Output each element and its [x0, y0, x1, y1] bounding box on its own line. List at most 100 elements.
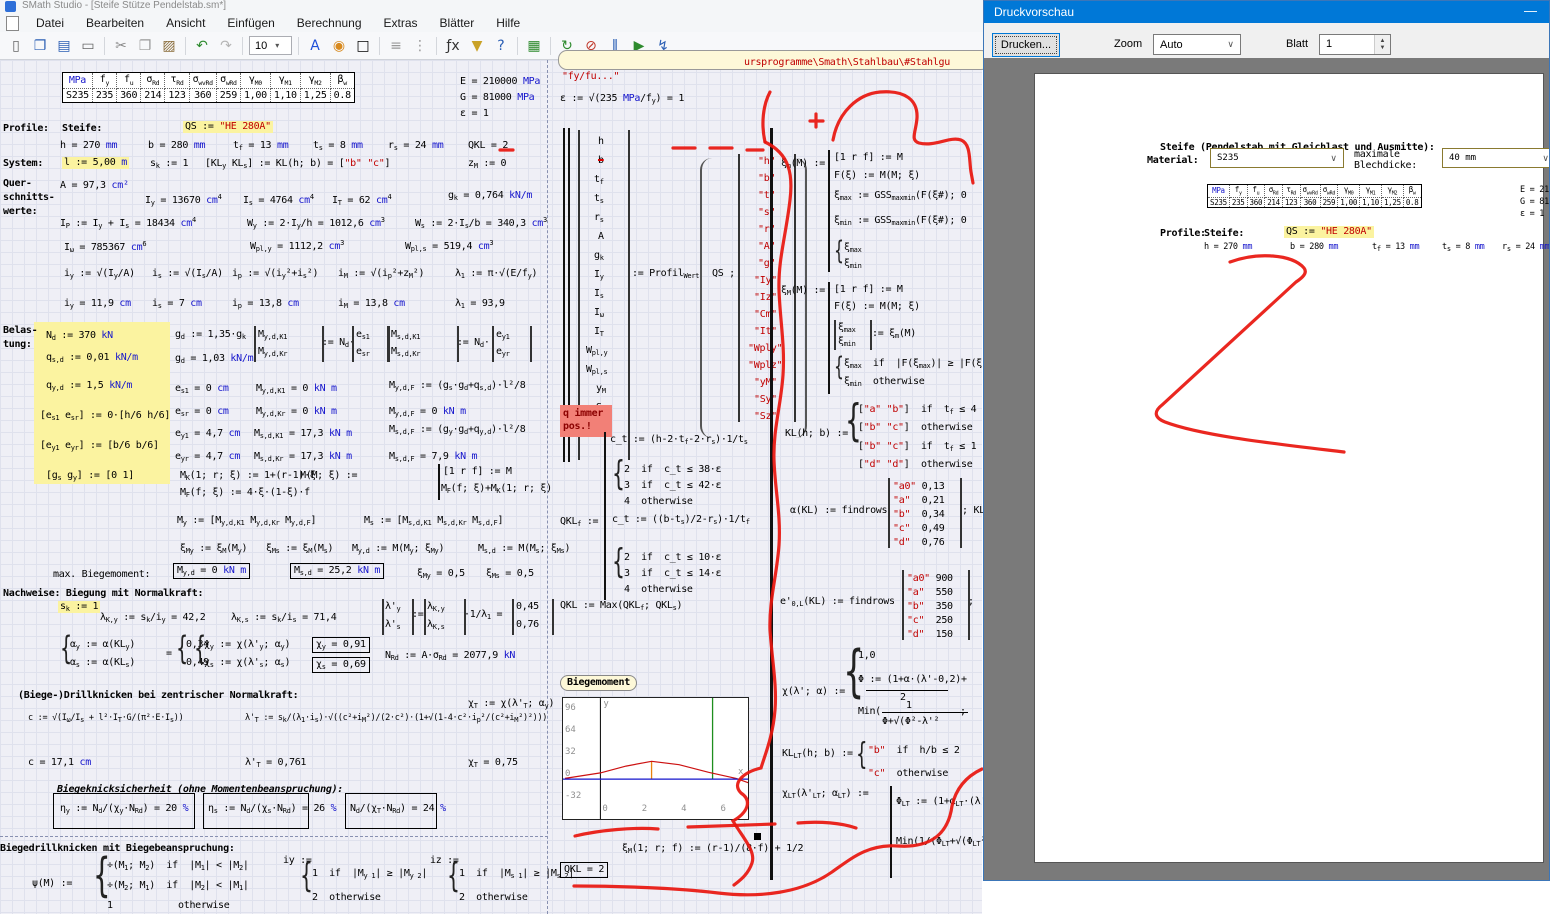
math-expression[interactable]: ts: [594, 193, 604, 205]
math-expression[interactable]: ξmax if |F(ξmax)| ≥ |F(ξ: [844, 358, 982, 370]
math-expression[interactable]: "yM": [754, 377, 777, 389]
math-expression[interactable]: My,d,K1: [258, 329, 287, 341]
math-expression[interactable]: Iy = 13670 cm4: [145, 193, 222, 207]
math-expression[interactable]: 1 if |Ms 1| ≥ |Ms 2|: [459, 868, 574, 880]
math-expression[interactable]: rs = 24 mm: [388, 140, 443, 152]
math-expression[interactable]: ["a" "b"] if tf ≤ 4: [858, 404, 976, 416]
math-expression[interactable]: αy := α(KLy): [70, 639, 135, 651]
math-expression[interactable]: iy := √(Iy/A): [64, 268, 135, 280]
math-expression[interactable]: IT = 62 cm4: [332, 193, 391, 207]
biegemoment-chart[interactable]: 9664320-320246yx: [562, 697, 749, 820]
math-expression[interactable]: 2 if c_t ≤ 38·ε: [624, 464, 721, 476]
math-expression[interactable]: ξmax: [844, 242, 861, 254]
math-expression[interactable]: My,d,Kr = 0 kN m: [256, 406, 337, 418]
math-expression[interactable]: ξMy := ξM(My): [180, 543, 247, 555]
math-expression[interactable]: l := 5,00 m: [62, 157, 129, 169]
math-expression[interactable]: ts = 8 mm: [1442, 243, 1484, 253]
math-expression[interactable]: c = 17,1 cm: [28, 757, 91, 769]
math-expression[interactable]: pos.!: [563, 421, 592, 433]
math-expression[interactable]: [1 r f] := M: [443, 466, 512, 478]
math-expression[interactable]: gk: [594, 250, 604, 262]
math-expression[interactable]: {: [447, 862, 460, 891]
math-expression[interactable]: ["b" "c"] if tf ≤ 1: [858, 441, 976, 453]
math-expression[interactable]: Quer-: [3, 178, 32, 190]
math-expression[interactable]: qy,d := 1,5 kN/m: [46, 380, 132, 392]
math-expression[interactable]: [es1 esr] := 0·[h/6 h/6]: [40, 410, 170, 422]
math-expression[interactable]: {: [300, 862, 313, 891]
math-expression[interactable]: λ'y: [385, 601, 400, 613]
math-expression[interactable]: otherwise: [178, 900, 230, 912]
math-expression[interactable]: A = 97,3 cm²: [60, 180, 129, 192]
math-expression[interactable]: eyr = 4,7 cm: [175, 451, 240, 463]
math-expression[interactable]: "Iz": [754, 292, 777, 304]
math-expression[interactable]: 1,0: [858, 650, 875, 662]
math-expression[interactable]: esr = 0 cm: [175, 406, 229, 418]
math-expression[interactable]: "Sy": [754, 394, 777, 406]
math-expression[interactable]: ip = 13,8 cm: [232, 298, 299, 310]
math-expression[interactable]: Ws := 2·Is/b = 340,3 cm3: [415, 216, 547, 230]
math-expression[interactable]: yM: [596, 383, 606, 395]
math-expression[interactable]: qs,d := 0,01 kN/m: [46, 352, 138, 364]
math-expression[interactable]: esr: [356, 346, 370, 358]
math-expression[interactable]: sk := 1: [150, 158, 188, 170]
math-expression[interactable]: Iω: [594, 307, 604, 319]
math-expression[interactable]: gk = 0,764 kN/m: [448, 190, 532, 202]
math-expression[interactable]: sk := 1: [58, 601, 100, 613]
math-expression[interactable]: {: [856, 742, 867, 768]
math-expression[interactable]: Φ := (1+α·(λ'-0,2)+: [858, 674, 967, 686]
math-expression[interactable]: αs := α(KLs): [70, 657, 135, 669]
math-expression[interactable]: 3 if c_t ≤ 14·ε: [624, 568, 721, 580]
math-expression[interactable]: λ'T := sk/(λ1·is)·√((c²+iM²)/(2·c²)·(1+√…: [245, 714, 547, 724]
math-expression[interactable]: ["b" "c"] otherwise: [858, 422, 972, 434]
math-expression[interactable]: ξmax := GSSmaxmin(F(ξ#); 0: [834, 190, 967, 202]
math-expression[interactable]: "It": [754, 326, 777, 338]
math-expression[interactable]: System:: [3, 158, 43, 170]
math-expression[interactable]: QKL = 2: [468, 140, 508, 152]
math-expression[interactable]: ξM(1; r; f) := (r-1)/(8·f) + 1/2: [622, 843, 803, 855]
math-expression[interactable]: tf = 13 mm: [1372, 243, 1419, 253]
math-expression[interactable]: A: [598, 231, 604, 243]
math-expression[interactable]: is = 7 cm: [152, 298, 202, 310]
math-expression[interactable]: eyr: [496, 346, 510, 358]
math-expression[interactable]: {: [612, 548, 625, 577]
math-expression[interactable]: b: [598, 155, 604, 167]
math-expression[interactable]: λ1 = 93,9: [455, 298, 505, 310]
math-expression[interactable]: Blechdicke:: [1354, 160, 1417, 172]
math-expression[interactable]: My,d,F = 0 kN m: [389, 406, 466, 418]
math-expression[interactable]: Is: [594, 288, 604, 300]
math-expression[interactable]: =: [166, 648, 172, 660]
math-expression[interactable]: KL(h; b) :=: [785, 428, 848, 440]
math-expression[interactable]: Steife:: [1204, 228, 1244, 240]
math-expression[interactable]: G = 81000 MPa: [460, 92, 534, 104]
math-expression[interactable]: iy = 11,9 cm: [64, 298, 131, 310]
math-expression[interactable]: ·1/λ1 =: [464, 609, 502, 621]
math-expression[interactable]: ε = 1: [460, 108, 489, 120]
math-expression[interactable]: "d" 0,76: [893, 537, 945, 549]
math-expression[interactable]: NRd := A·σRd = 2077,9 kN: [385, 650, 515, 662]
math-expression[interactable]: q immer: [563, 408, 603, 420]
math-expression[interactable]: Φ+√(Φ²-λ'²: [882, 716, 939, 728]
math-expression[interactable]: {: [834, 356, 844, 378]
math-expression[interactable]: h = 270 mm: [60, 140, 117, 152]
math-expression[interactable]: Wpl,y: [586, 345, 607, 357]
math-expression[interactable]: "Wply": [748, 343, 782, 355]
math-expression[interactable]: ts = 8 mm: [313, 140, 363, 152]
chart-tag[interactable]: Biegemoment: [560, 675, 637, 691]
math-expression[interactable]: c := √(Iω/Is + l²·IT·G/(π²·E·Is)): [28, 714, 183, 724]
math-expression[interactable]: ;: [968, 596, 974, 608]
math-expression[interactable]: "a" 550: [907, 587, 953, 599]
math-expression[interactable]: tf: [594, 174, 604, 186]
math-expression[interactable]: Ms,d,F := (gy·gd+qy,d)·l²/8: [389, 424, 525, 436]
math-expression[interactable]: Biegedrillknicken mit Biegebeanspruchung…: [0, 843, 235, 855]
math-expression[interactable]: "b" if h/b ≤ 2: [868, 745, 960, 757]
math-expression[interactable]: ey1 = 4,7 cm: [175, 428, 240, 440]
math-expression[interactable]: ξmin: [844, 258, 861, 270]
math-expression[interactable]: := Nd·: [322, 337, 355, 349]
math-expression[interactable]: 3 if c_t ≤ 42·ε: [624, 480, 721, 492]
math-expression[interactable]: ξM(M) :=: [781, 285, 825, 297]
math-expression[interactable]: rs: [594, 212, 604, 224]
math-expression[interactable]: max. Biegemoment:: [53, 569, 150, 581]
math-expression[interactable]: iM = 13,8 cm: [338, 298, 405, 310]
math-expression[interactable]: ξMs = 0,5: [486, 568, 534, 580]
math-expression[interactable]: χT = 0,75: [468, 757, 518, 769]
